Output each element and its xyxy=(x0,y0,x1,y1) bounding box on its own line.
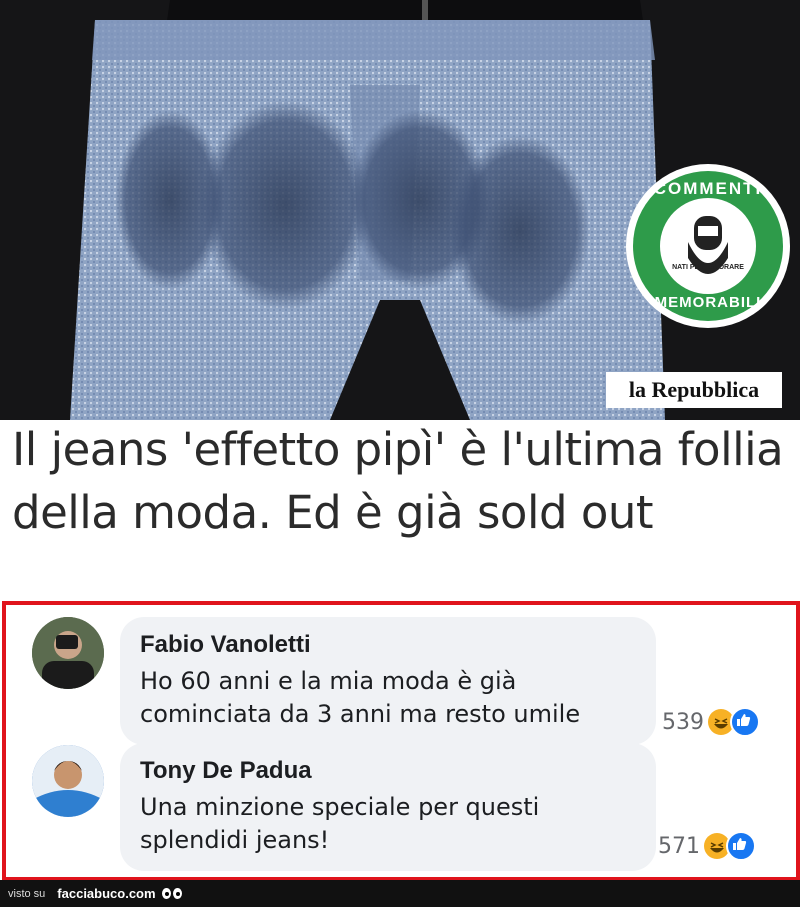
comment-bubble[interactable]: Fabio Vanoletti Ho 60 anni e la mia moda… xyxy=(120,617,656,745)
commenti-memorabili-badge: NATI PER IGNORARE COMMENTI MEMORABILI xyxy=(626,164,790,328)
reaction-count: 539 xyxy=(662,709,704,735)
reaction-summary[interactable]: 571 xyxy=(658,831,756,861)
man-avatar-icon xyxy=(32,745,104,817)
la-repubblica-logo: la Repubblica xyxy=(606,372,782,408)
photographer-avatar-icon xyxy=(32,617,104,689)
reaction-count: 571 xyxy=(658,833,700,859)
jeans-photo: NATI PER IGNORARE COMMENTI MEMORABILI la… xyxy=(0,0,800,420)
avatar[interactable] xyxy=(32,617,104,689)
avatar[interactable] xyxy=(32,745,104,817)
bearded-face-icon xyxy=(688,216,728,274)
badge-bottom-text: MEMORABILI xyxy=(654,294,762,311)
badge-inner-text: NATI PER IGNORARE xyxy=(672,264,744,271)
headline: Il jeans 'effetto pipì' è l'ultima folli… xyxy=(12,423,784,539)
comment-text: Una minzione speciale per questi splendi… xyxy=(140,793,540,854)
comment-author[interactable]: Tony De Padua xyxy=(140,757,636,785)
comment-bubble[interactable]: Tony De Padua Una minzione speciale per … xyxy=(120,743,656,871)
reaction-summary[interactable]: 539 xyxy=(662,707,760,737)
watermark-bar: visto su facciabuco.com xyxy=(0,880,800,907)
comment-author[interactable]: Fabio Vanoletti xyxy=(140,631,636,659)
eyes-icon xyxy=(161,888,182,899)
like-reaction-icon xyxy=(726,831,756,861)
visto-su-label: visto su xyxy=(8,887,46,900)
comments-frame: Fabio Vanoletti Ho 60 anni e la mia moda… xyxy=(2,601,800,881)
like-reaction-icon xyxy=(730,707,760,737)
badge-top-text: COMMENTI xyxy=(653,179,763,198)
comment-text: Ho 60 anni e la mia moda è già cominciat… xyxy=(140,667,581,728)
site-name[interactable]: facciabuco.com xyxy=(57,886,155,901)
